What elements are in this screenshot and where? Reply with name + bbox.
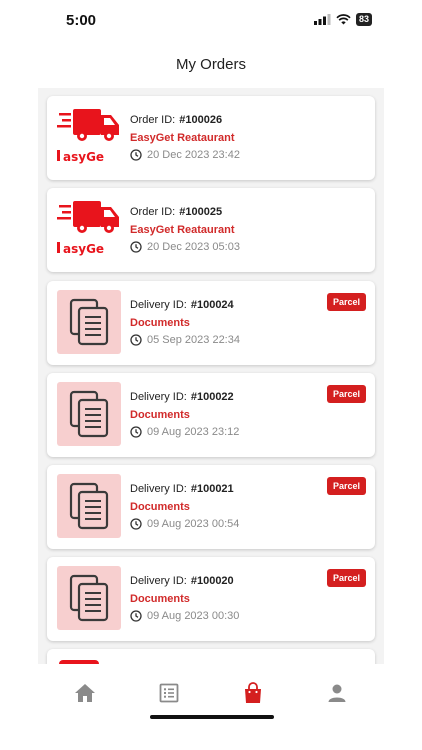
tab-home[interactable] [73, 681, 97, 705]
delivery-truck-icon: asyGe [57, 109, 119, 164]
bottom-tab-bar [0, 667, 422, 727]
documents-icon [69, 390, 109, 438]
delivery-datetime: 05 Sep 2023 22:34 [130, 334, 240, 346]
order-id-label: Order ID: [130, 114, 176, 126]
documents-thumbnail [57, 382, 121, 446]
delivery-id-label: Delivery ID: [130, 575, 187, 587]
brand-text: asyGe [63, 150, 104, 164]
delivery-id: Delivery ID: #100024 [130, 299, 234, 311]
delivery-id-label: Delivery ID: [130, 299, 187, 311]
battery-indicator: 83 [355, 13, 372, 26]
parcel-badge: Parcel [326, 477, 366, 495]
clock-icon [130, 334, 142, 346]
tab-profile[interactable] [325, 681, 349, 705]
clock-icon [130, 426, 142, 438]
order-id: Order ID: #100026 [130, 114, 222, 126]
status-icons: 83 [313, 13, 372, 26]
status-time: 5:00 [66, 12, 97, 29]
shopping-bag-icon [245, 682, 261, 703]
tab-my-orders[interactable] [241, 681, 265, 705]
delivery-datetime-text: 05 Sep 2023 22:34 [147, 334, 240, 346]
order-id-label: Order ID: [130, 206, 176, 218]
order-datetime: 20 Dec 2023 05:03 [130, 241, 240, 253]
delivery-id-value: #100020 [190, 575, 234, 587]
delivery-id: Delivery ID: #100021 [130, 483, 234, 495]
brand-text: asyGe [63, 242, 104, 256]
tab-orders-list[interactable] [157, 681, 181, 705]
documents-icon [69, 574, 109, 622]
order-id: Order ID: #100025 [130, 206, 222, 218]
orders-list[interactable]: asyGe Order ID: #100026 EasyGet Reatauran… [38, 88, 384, 664]
parcel-badge: Parcel [326, 385, 366, 403]
order-id-value: #100025 [179, 206, 223, 218]
documents-thumbnail [57, 474, 121, 538]
delivery-card[interactable]: Delivery ID: #100020 Documents 09 Aug 202… [47, 557, 375, 641]
parcel-badge: Parcel [326, 293, 366, 311]
order-card-partial[interactable] [47, 649, 375, 664]
clock-icon [130, 241, 142, 253]
easyget-logo: asyGe [57, 197, 121, 261]
delivery-datetime: 09 Aug 2023 00:30 [130, 610, 239, 622]
delivery-subtitle: Documents [130, 317, 190, 329]
order-datetime-text: 20 Dec 2023 05:03 [147, 241, 240, 253]
easyget-logo: asyGe [57, 105, 121, 169]
status-bar: 5:00 83 [0, 0, 422, 44]
page-title: My Orders [175, 56, 246, 73]
list-icon [159, 683, 179, 703]
delivery-datetime: 09 Aug 2023 00:54 [130, 518, 239, 530]
clock-icon [130, 518, 142, 530]
order-datetime: 20 Dec 2023 23:42 [130, 149, 240, 161]
documents-icon [69, 298, 109, 346]
delivery-subtitle: Documents [130, 409, 190, 421]
clock-icon [130, 610, 142, 622]
order-subtitle: EasyGet Reataurant [130, 224, 235, 236]
home-indicator [150, 715, 274, 719]
delivery-datetime: 09 Aug 2023 23:12 [130, 426, 239, 438]
wifi-icon [336, 14, 351, 25]
home-icon [75, 684, 95, 702]
documents-icon [69, 482, 109, 530]
delivery-truck-icon: asyGe [57, 201, 119, 256]
delivery-card[interactable]: Delivery ID: #100022 Documents 09 Aug 202… [47, 373, 375, 457]
delivery-id: Delivery ID: #100022 [130, 391, 234, 403]
documents-thumbnail [57, 566, 121, 630]
delivery-id-label: Delivery ID: [130, 483, 187, 495]
delivery-id-value: #100021 [190, 483, 234, 495]
truck-logo-partial [59, 660, 99, 664]
clock-icon [130, 149, 142, 161]
delivery-subtitle: Documents [130, 501, 190, 513]
parcel-badge: Parcel [326, 569, 366, 587]
delivery-id-value: #100022 [190, 391, 234, 403]
order-subtitle: EasyGet Reataurant [130, 132, 235, 144]
delivery-datetime-text: 09 Aug 2023 23:12 [147, 426, 240, 438]
delivery-id: Delivery ID: #100020 [130, 575, 234, 587]
delivery-card[interactable]: Delivery ID: #100021 Documents 09 Aug 202… [47, 465, 375, 549]
order-card[interactable]: asyGe Order ID: #100025 EasyGet Reatauran… [47, 188, 375, 272]
delivery-datetime-text: 09 Aug 2023 00:30 [147, 610, 240, 622]
documents-thumbnail [57, 290, 121, 354]
delivery-subtitle: Documents [130, 593, 190, 605]
delivery-card[interactable]: Delivery ID: #100024 Documents 05 Sep 202… [47, 281, 375, 365]
delivery-datetime-text: 09 Aug 2023 00:54 [147, 518, 240, 530]
order-id-value: #100026 [179, 114, 223, 126]
order-card[interactable]: asyGe Order ID: #100026 EasyGet Reatauran… [47, 96, 375, 180]
delivery-id-label: Delivery ID: [130, 391, 187, 403]
profile-icon [328, 684, 346, 702]
signal-icon [313, 14, 331, 25]
delivery-id-value: #100024 [190, 299, 234, 311]
order-datetime-text: 20 Dec 2023 23:42 [147, 149, 240, 161]
